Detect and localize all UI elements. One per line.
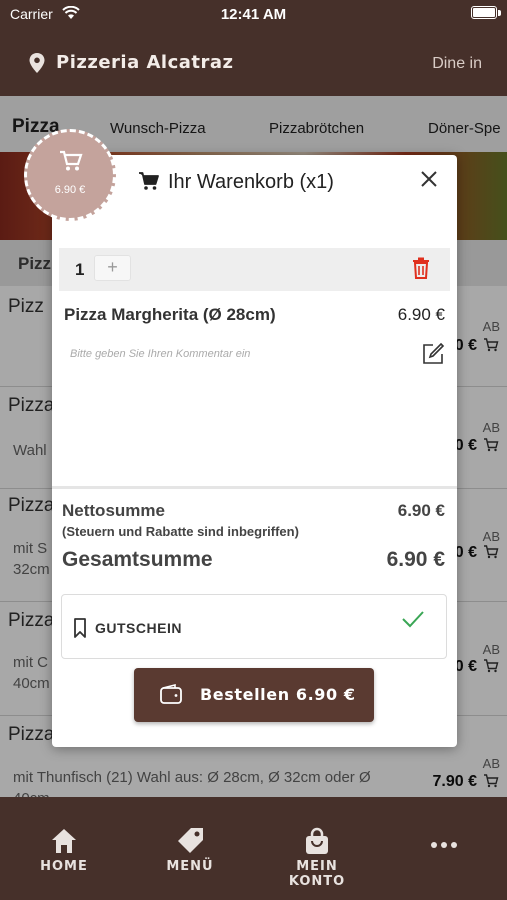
restaurant-name[interactable]: Pizzeria Alcatraz (56, 52, 234, 73)
battery-icon (471, 6, 497, 19)
delete-icon[interactable] (412, 257, 430, 284)
nav-label: MEIN KONTO (288, 859, 346, 889)
check-icon[interactable] (402, 610, 424, 633)
bookmark-icon (73, 618, 87, 643)
home-icon (52, 829, 76, 853)
close-icon[interactable] (417, 167, 441, 191)
cart-icon (138, 171, 160, 196)
bag-icon (306, 827, 328, 854)
line-item-name: Pizza Margherita (Ø 28cm) (64, 305, 276, 324)
grand-total-value: 6.90 € (386, 548, 445, 571)
quantity-value: 1 (75, 260, 85, 279)
cart-dialog: Ihr Warenkorb (x1) 1 + Pizza Margherita … (52, 155, 457, 747)
nav-home[interactable]: HOME (40, 827, 88, 874)
status-bar: Carrier 12:41 AM (0, 0, 507, 30)
cart-badge[interactable]: 6.90 € (24, 129, 116, 221)
comment-input[interactable]: Bitte geben Sie Ihren Kommentar ein (70, 348, 250, 360)
line-item-price: 6.90 € (397, 305, 445, 324)
clock: 12:41 AM (220, 6, 287, 23)
order-button-label: Bestellen 6.90 € (200, 685, 356, 704)
voucher-field[interactable]: GUTSCHEIN (61, 594, 447, 659)
nav-more[interactable] (428, 841, 460, 853)
nav-menu[interactable]: MENÜ (164, 827, 216, 874)
nav-account[interactable]: MEIN KONTO (268, 827, 366, 889)
tax-note: (Steuern und Rabatte sind inbegriffen) (62, 524, 299, 539)
location-pin-icon (28, 52, 46, 79)
dialog-title: Ihr Warenkorb (x1) (168, 171, 334, 193)
divider (52, 486, 457, 489)
grand-total-label: Gesamtsumme (62, 548, 213, 571)
increase-quantity-button[interactable]: + (94, 255, 131, 281)
wallet-icon (160, 683, 182, 709)
battery-tip (498, 10, 501, 16)
bottom-navigation: HOME MENÜ MEIN KONTO (0, 797, 507, 900)
nav-label: MENÜ (166, 859, 214, 874)
nav-label: HOME (40, 859, 88, 874)
quantity-bar: 1 + (59, 248, 450, 291)
order-mode-selector[interactable]: Dine in (432, 55, 482, 73)
tag-icon (178, 828, 203, 853)
cart-total: 6.90 € (54, 184, 86, 196)
cart-icon (59, 150, 83, 177)
voucher-label: GUTSCHEIN (95, 620, 182, 636)
net-total-label: Nettosumme (62, 501, 165, 520)
net-total-value: 6.90 € (397, 501, 445, 520)
more-icon (431, 842, 457, 848)
top-bar: Carrier 12:41 AM Pizzeria Alcatraz Dine … (0, 0, 507, 96)
place-order-button[interactable]: Bestellen 6.90 € (134, 668, 374, 722)
edit-icon[interactable] (421, 342, 445, 371)
